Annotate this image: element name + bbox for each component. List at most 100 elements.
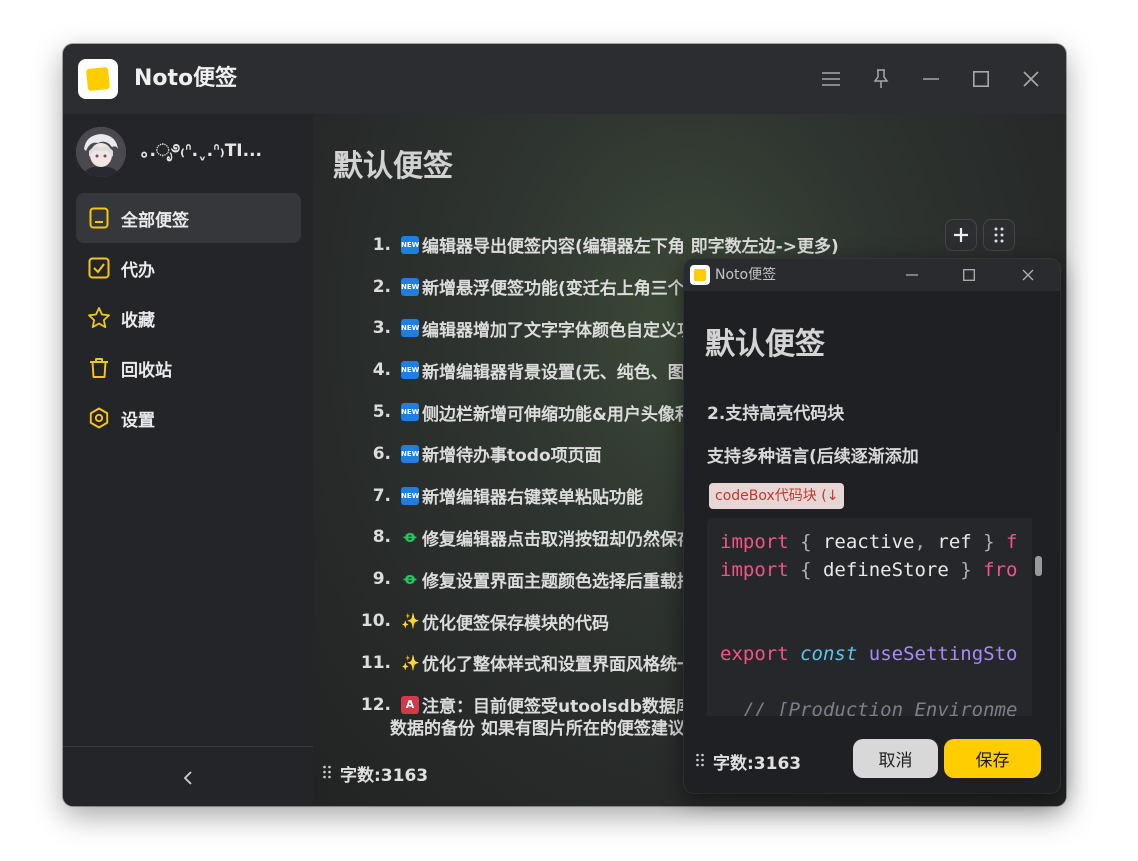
sidebar-item-favorites[interactable]: 收藏: [76, 293, 301, 343]
floating-titlebar[interactable]: Noto便签: [684, 259, 1060, 291]
new-icon: NEW: [401, 319, 419, 338]
app-logo: [690, 265, 710, 285]
list-item-number: 10.: [360, 611, 391, 632]
list-item-text: 新增编辑器右键菜单粘贴功能: [422, 488, 643, 509]
list-item-number: 4.: [372, 360, 391, 381]
list-item-text: 新增待办事todo项页面: [422, 446, 602, 467]
sidebar-item-label: 回收站: [121, 360, 172, 381]
cancel-button[interactable]: 取消: [853, 739, 938, 778]
code-token: f: [1006, 531, 1018, 553]
new-icon: NEW: [401, 277, 419, 296]
code-token: defineStore: [822, 559, 949, 581]
code-token: {: [788, 531, 823, 553]
code-block[interactable]: import { reactive, ref } f import { defin…: [707, 518, 1032, 716]
list-item-text: 新增编辑器背景设置(无、纯色、图片: [422, 362, 702, 383]
code-token: ,: [914, 531, 938, 553]
code-token: import: [720, 559, 789, 581]
new-icon: NEW: [401, 403, 419, 422]
maximize-icon[interactable]: [957, 263, 981, 287]
spark-icon: ✨: [401, 612, 420, 631]
list-item-text: 侧边栏新增可伸缩功能&用户头像和: [422, 404, 692, 425]
sidebar-item-trash[interactable]: 回收站: [76, 343, 301, 393]
list-item-text: 编辑器导出便签内容(编辑器左下角 即字数左边->更多): [422, 237, 839, 258]
list-item-text: 编辑器增加了文字字体颜色自定义功: [422, 320, 694, 341]
titlebar: Noto便签: [63, 44, 1066, 114]
minimize-icon[interactable]: [900, 263, 924, 287]
floating-subheading: 2.支持高亮代码块: [707, 404, 845, 424]
fix-icon: ꝋ: [403, 569, 417, 589]
sidebar-item-todo[interactable]: 代办: [76, 243, 301, 293]
code-token: export: [720, 643, 789, 665]
new-icon: NEW: [401, 235, 419, 254]
menu-icon[interactable]: [818, 66, 844, 92]
code-line: import { defineStore } fro: [720, 556, 1017, 584]
star-icon: [87, 306, 111, 330]
maximize-icon[interactable]: [968, 66, 994, 92]
note-title[interactable]: 默认便签: [333, 147, 453, 187]
code-token: useSettingSto: [868, 643, 1018, 665]
word-count: 字数:3163: [696, 749, 801, 774]
new-icon: NEW: [401, 444, 419, 463]
check-square-icon: [87, 256, 111, 280]
sidebar-item-settings[interactable]: 设置: [76, 393, 301, 443]
pin-icon[interactable]: [868, 66, 894, 92]
minimize-icon[interactable]: [918, 66, 944, 92]
list-item-number: 7.: [372, 485, 391, 506]
floating-paragraph: 支持多种语言(后续逐渐添加: [707, 447, 919, 467]
collapse-sidebar-icon[interactable]: [176, 766, 200, 790]
sidebar-item-all-notes[interactable]: 全部便签: [76, 193, 301, 243]
code-token: reactive: [822, 531, 915, 553]
code-token: }: [971, 531, 1007, 553]
list-item-number: 2.: [372, 276, 391, 297]
sidebar-item-label: 代办: [121, 260, 155, 281]
list-item-number: 8.: [372, 527, 391, 548]
code-token: const: [800, 643, 858, 665]
word-count: 字数:3163: [323, 761, 428, 786]
list-item-text: 优化便签保存模块的代码: [422, 613, 609, 634]
app-title: Noto便签: [134, 66, 238, 91]
list-item-number: 12.: [360, 694, 391, 715]
scrollbar-thumb[interactable]: [1035, 556, 1042, 576]
grip-icon[interactable]: [323, 765, 333, 783]
code-token: {: [788, 559, 823, 581]
code-line: export const useSettingSto: [720, 640, 1017, 668]
code-tag: codeBox代码块 (↓: [709, 483, 845, 509]
trash-icon: [87, 356, 111, 380]
new-icon: NEW: [401, 361, 419, 380]
username: ｡.ೃ࿔₍ᐢ.ˬ.ᐢ₎TI...: [141, 141, 263, 161]
floating-window-title: Noto便签: [715, 267, 777, 283]
list-item-number: 3.: [372, 318, 391, 339]
app-logo: [78, 59, 118, 99]
floating-note-title[interactable]: 默认便签: [705, 325, 825, 365]
spark-icon: ✨: [401, 653, 420, 672]
note-icon: [87, 206, 111, 230]
fix-icon: ꝋ: [403, 527, 417, 547]
sidebar: ｡.ೃ࿔₍ᐢ.ˬ.ᐢ₎TI... 全部便签 代办 收藏 回收站 设置: [63, 114, 313, 806]
drag-handle-icon[interactable]: [983, 219, 1015, 251]
list-item-number: 6.: [372, 443, 391, 464]
code-token: fro: [983, 559, 1018, 581]
close-icon[interactable]: [1018, 66, 1044, 92]
code-lines: import { reactive, ref } f import { defin…: [720, 528, 1017, 716]
sidebar-item-label: 收藏: [121, 310, 155, 331]
warn-icon: A: [401, 695, 419, 714]
floating-note-window: Noto便签 默认便签 2.支持高亮代码块 支持多种语言(后续逐渐添加 code…: [684, 259, 1060, 793]
list-item-text: 优化了整体样式和设置界面风格统一: [422, 655, 694, 676]
save-button[interactable]: 保存: [944, 739, 1041, 778]
code-token: // [Production Environme: [720, 699, 1018, 716]
word-count-text: 字数:3163: [340, 766, 429, 786]
close-icon[interactable]: [1016, 263, 1040, 287]
sidebar-divider: [63, 746, 313, 747]
grip-icon[interactable]: [696, 753, 706, 771]
avatar[interactable]: [76, 127, 126, 177]
sidebar-item-label: 设置: [121, 410, 155, 431]
word-count-text: 字数:3163: [713, 754, 802, 774]
code-token: }: [948, 559, 984, 581]
list-item-text: 修复编辑器点击取消按钮却仍然保存: [422, 529, 694, 550]
new-icon: NEW: [401, 486, 419, 505]
